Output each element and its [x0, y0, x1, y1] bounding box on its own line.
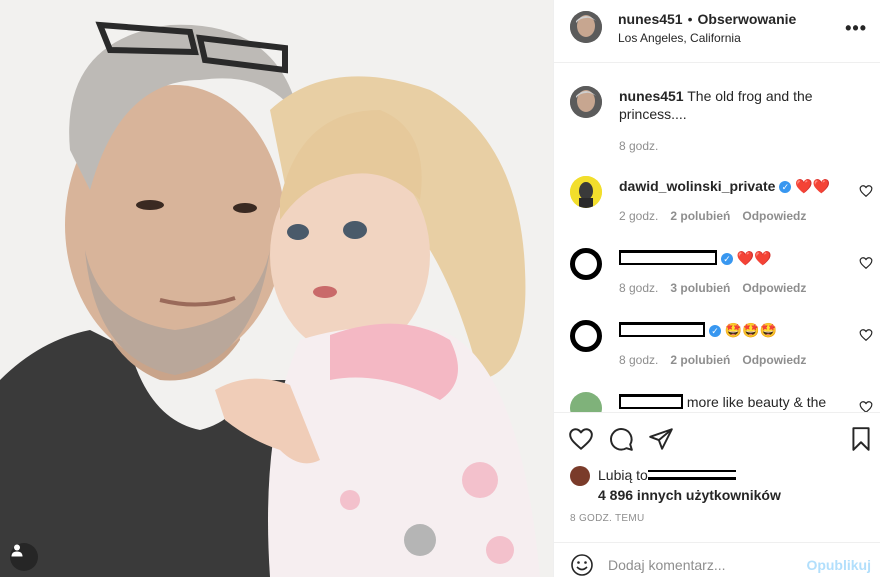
- share-paper-plane-icon[interactable]: [648, 426, 674, 452]
- comment-username[interactable]: dawid_wolinski_private: [619, 178, 775, 194]
- liked-by-label: Lubią to: [598, 467, 648, 483]
- comment-avatar[interactable]: [570, 392, 602, 412]
- caption-username[interactable]: nunes451: [619, 88, 684, 104]
- comment-text: ✓ ❤️❤️: [619, 249, 859, 267]
- caption-time[interactable]: 8 godz.: [619, 139, 658, 153]
- likes-count-button[interactable]: 4 896 innych użytkowników: [598, 487, 781, 503]
- comment-time[interactable]: 2 godz.: [619, 209, 658, 223]
- like-comment-heart-icon[interactable]: [859, 328, 873, 342]
- author-avatar[interactable]: [570, 11, 602, 43]
- comment-text: ✓ 🤩🤩🤩: [619, 321, 859, 339]
- comment-meta: 8 godz. 2 polubień Odpowiedz: [619, 353, 818, 367]
- redacted-username[interactable]: [619, 394, 683, 409]
- comment-text: dawid_wolinski_private ✓ ❤️❤️: [619, 177, 859, 195]
- comment-likes[interactable]: 2 polubień: [670, 353, 730, 367]
- comment-input[interactable]: [608, 555, 808, 575]
- tagged-user-icon[interactable]: [10, 543, 38, 571]
- caption-text: nunes451 The old frog and the princess..…: [619, 87, 834, 123]
- action-bar: [554, 413, 880, 463]
- verified-badge-icon: ✓: [709, 325, 721, 337]
- more-horizontal-icon[interactable]: •••: [845, 18, 867, 39]
- post-timestamp[interactable]: 8 GODZ. TEMU: [570, 513, 645, 524]
- like-comment-heart-icon[interactable]: [859, 256, 873, 270]
- header-separator: •: [687, 11, 693, 27]
- caption-avatar[interactable]: [570, 86, 602, 118]
- caption-meta: 8 godz.: [619, 139, 670, 153]
- comment-avatar[interactable]: [570, 248, 602, 280]
- comment-time[interactable]: 8 godz.: [619, 353, 658, 367]
- comment-meta: 2 godz. 2 polubień Odpowiedz: [619, 209, 818, 223]
- post-photo[interactable]: [0, 0, 553, 577]
- comment-body: more like beauty & the: [686, 394, 827, 410]
- photo-illustration: [0, 0, 553, 577]
- emoji-smiley-icon[interactable]: [570, 553, 594, 577]
- reply-button[interactable]: Odpowiedz: [742, 281, 806, 295]
- save-bookmark-icon[interactable]: [848, 426, 874, 452]
- redacted-username[interactable]: [619, 322, 705, 337]
- comment-avatar[interactable]: [570, 320, 602, 352]
- comments-list[interactable]: nunes451 The old frog and the princess..…: [554, 63, 880, 413]
- comment-bubble-icon[interactable]: [608, 426, 634, 452]
- publish-button[interactable]: Opublikuj: [806, 557, 871, 573]
- comment-body: ❤️❤️: [795, 178, 831, 194]
- add-comment-bar: Opublikuj: [554, 542, 880, 577]
- comment-time[interactable]: 8 godz.: [619, 281, 658, 295]
- comment-text: more like beauty & the: [619, 393, 859, 411]
- verified-badge-icon: ✓: [721, 253, 733, 265]
- comment-likes[interactable]: 3 polubień: [670, 281, 730, 295]
- post-location[interactable]: Los Angeles, California: [618, 31, 741, 45]
- comment-likes[interactable]: 2 polubień: [670, 209, 730, 223]
- reply-button[interactable]: Odpowiedz: [742, 209, 806, 223]
- post-header: nunes451 • Obserwowanie Los Angeles, Calif…: [554, 0, 880, 63]
- comment-avatar[interactable]: [570, 176, 602, 208]
- comment-meta: 8 godz. 3 polubień Odpowiedz: [619, 281, 818, 295]
- redacted-username[interactable]: [619, 250, 717, 265]
- verified-badge-icon: ✓: [779, 181, 792, 193]
- comment-body: ❤️❤️: [736, 250, 772, 266]
- author-line: nunes451 • Obserwowanie: [618, 11, 796, 27]
- follow-button[interactable]: Obserwowanie: [698, 11, 797, 27]
- like-comment-heart-icon[interactable]: [859, 184, 873, 198]
- comment-body: 🤩🤩🤩: [724, 322, 778, 338]
- liker-avatar[interactable]: [570, 466, 590, 486]
- like-heart-icon[interactable]: [568, 426, 594, 452]
- reply-button[interactable]: Odpowiedz: [742, 353, 806, 367]
- post-sidebar: nunes451 • Obserwowanie Los Angeles, Calif…: [553, 0, 880, 577]
- author-username[interactable]: nunes451: [618, 11, 683, 27]
- redacted-liker[interactable]: [647, 470, 736, 480]
- likes-line-1: Lubią to: [598, 467, 736, 483]
- person-icon: [11, 544, 23, 557]
- like-comment-heart-icon[interactable]: [859, 400, 873, 413]
